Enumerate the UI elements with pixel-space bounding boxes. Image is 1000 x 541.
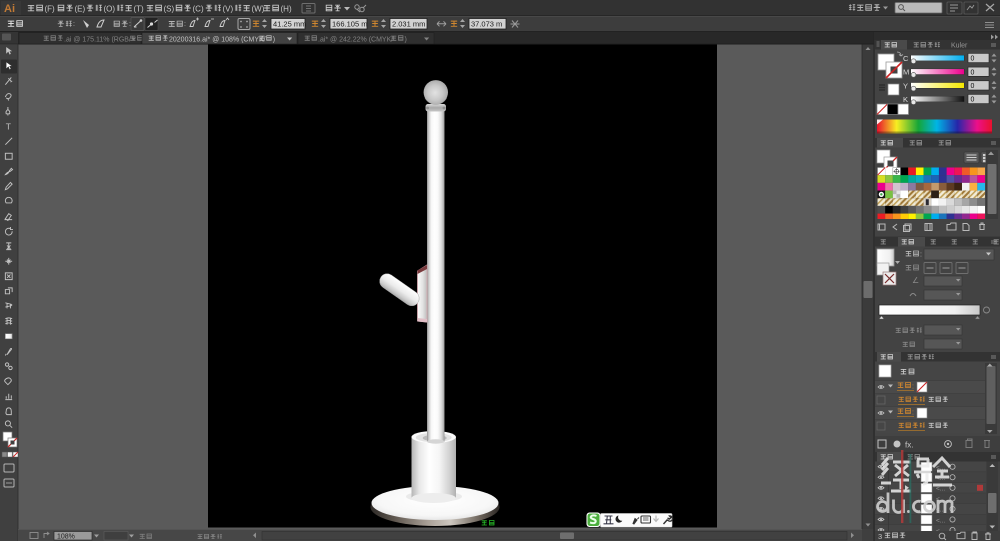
svg-text:(V): (V) xyxy=(223,5,234,14)
svg-text:0: 0 xyxy=(971,83,975,90)
svg-text:C: C xyxy=(903,54,909,63)
svg-text:0: 0 xyxy=(971,69,975,76)
svg-text:.ai @ 175.11% (RGB/: .ai @ 175.11% (RGB/ xyxy=(64,37,131,44)
svg-text:∠: ∠ xyxy=(912,276,919,285)
svg-text:166.105 m: 166.105 m xyxy=(332,20,367,29)
svg-text:(C): (C) xyxy=(193,5,204,14)
svg-text:(W): (W) xyxy=(252,5,265,14)
svg-text:20200316.ai* @ 108% (CMYK/: 20200316.ai* @ 108% (CMYK/ xyxy=(169,37,266,44)
svg-text:(S): (S) xyxy=(164,5,175,14)
svg-text::: : xyxy=(912,410,914,417)
svg-text::: : xyxy=(184,21,186,28)
svg-text:0: 0 xyxy=(971,56,975,63)
svg-text:0: 0 xyxy=(971,97,975,104)
svg-text::: : xyxy=(73,21,75,28)
svg-text:): ) xyxy=(404,37,406,44)
svg-text::: : xyxy=(912,384,914,391)
svg-text:3: 3 xyxy=(878,532,882,541)
svg-text:2.031 mm: 2.031 mm xyxy=(392,20,425,29)
svg-text:<...: <... xyxy=(936,517,945,524)
svg-text:<...: <... xyxy=(936,486,945,493)
svg-text:(T): (T) xyxy=(134,5,145,14)
svg-text:108%: 108% xyxy=(57,534,75,541)
svg-text:(H): (H) xyxy=(281,5,292,14)
svg-text:): ) xyxy=(273,37,275,44)
svg-text:Ai: Ai xyxy=(4,3,15,15)
svg-text:(F): (F) xyxy=(45,5,56,14)
svg-text:(O): (O) xyxy=(104,5,116,14)
svg-text:41.25 mm: 41.25 mm xyxy=(273,20,306,29)
svg-text:fx.: fx. xyxy=(905,441,913,450)
svg-text:M: M xyxy=(903,68,909,77)
svg-text:.ai* @ 242.22% (CMYK/: .ai* @ 242.22% (CMYK/ xyxy=(318,37,393,44)
svg-text::: : xyxy=(920,252,922,259)
svg-text:K: K xyxy=(903,95,908,104)
svg-text:T: T xyxy=(6,122,11,132)
svg-text:37.073 m: 37.073 m xyxy=(471,20,502,29)
svg-text:Y: Y xyxy=(903,81,908,90)
svg-text:Kuler: Kuler xyxy=(951,43,968,50)
svg-text:(E): (E) xyxy=(75,5,86,14)
